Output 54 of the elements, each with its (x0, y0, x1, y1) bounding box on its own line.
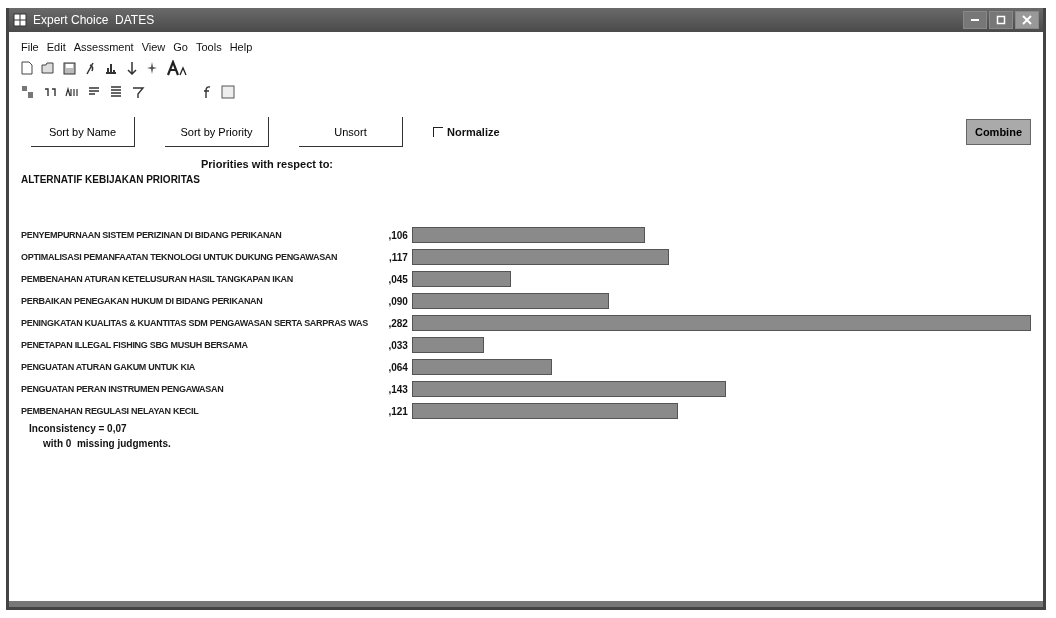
alternative-name: PENINGKATAN KUALITAS & KUANTITAS SDM PENGAWASAN SERTA SARPRAS WAS (21, 318, 368, 328)
alternative-name: PENGUATAN ATURAN GAKUM UNTUK KIA (21, 362, 197, 372)
save-icon (63, 61, 76, 75)
menu-item[interactable]: Assessment (73, 41, 134, 53)
heading: Priorities with respect to: (201, 158, 335, 170)
alternative-name: PENGUATAN PERAN INSTRUMEN PENGAWASAN (21, 384, 225, 394)
checkbox-label: Normalize (447, 126, 500, 138)
menu-item[interactable]: Go (173, 41, 188, 53)
maximize-icon (996, 15, 1006, 25)
list-icon (109, 85, 123, 99)
grid-icon (13, 13, 27, 27)
close-icon (1022, 15, 1032, 25)
chart-icon (104, 61, 118, 75)
table-icon (221, 85, 235, 99)
priority-value: ,090 (387, 295, 408, 307)
menu-item[interactable]: Tools (195, 41, 222, 53)
alternative-name: PENETAPAN ILLEGAL FISHING SBG MUSUH BERSAMA (21, 340, 249, 350)
goal-label: ALTERNATIF KEBIJAKAN PRIORITAS (21, 174, 201, 185)
menu-item[interactable]: Edit (46, 41, 66, 53)
window-title: Expert Choice DATES (33, 13, 155, 27)
sort-icon (126, 61, 138, 75)
alternative-name: OPTIMALISASI PEMANFAATAN TEKNOLOGI UNTUK DUKUNG PENGAWASAN (21, 252, 339, 262)
priority-value: ,143 (387, 383, 408, 395)
alternative-name: PEMBENAHAN REGULASI NELAYAN KECIL (21, 406, 200, 416)
close-button[interactable] (1015, 11, 1039, 29)
priority-value: ,033 (387, 339, 408, 351)
font-size-icon (166, 60, 188, 76)
missing-judgments-text: with 0 missing judgments. (43, 438, 172, 449)
checkbox[interactable] (433, 127, 443, 137)
priority-value: ,282 (387, 317, 408, 329)
sort-button[interactable]: Unsort (299, 117, 403, 147)
priority-value: ,121 (387, 405, 408, 417)
priority-value: ,106 (387, 229, 408, 241)
sort-button[interactable]: Sort by Name (31, 117, 135, 147)
priority-value: ,064 (387, 361, 408, 373)
alternative-name: PEMBENAHAN ATURAN KETELUSURAN HASIL TANGKAPAN IKAN (21, 274, 294, 284)
pen-icon (84, 61, 96, 75)
menu-item[interactable]: Help (229, 41, 253, 53)
formula-icon (201, 85, 213, 99)
align-icon (87, 86, 101, 98)
minimize-icon (971, 19, 979, 21)
maximize-button[interactable] (989, 11, 1013, 29)
priority-value: ,117 (387, 251, 408, 263)
sort-button[interactable]: Sort by Priority (165, 117, 269, 147)
combine-button[interactable]: Combine (965, 119, 1031, 145)
folder-icon (41, 61, 55, 75)
new-file-icon (21, 61, 33, 75)
menu-item[interactable]: File (21, 41, 39, 53)
menu-item[interactable]: View (141, 41, 166, 53)
alternative-name: PERBAIKAN PENEGAKAN HUKUM DI BIDANG PERIKANAN (21, 296, 264, 306)
minimize-button[interactable] (963, 11, 987, 29)
priority-value: ,045 (387, 273, 408, 285)
inconsistency-text: Inconsistency = 0,07 (29, 423, 128, 434)
alternative-name: PENYEMPURNAAN SISTEM PERIZINAN DI BIDANG PERIKANAN (21, 230, 283, 240)
